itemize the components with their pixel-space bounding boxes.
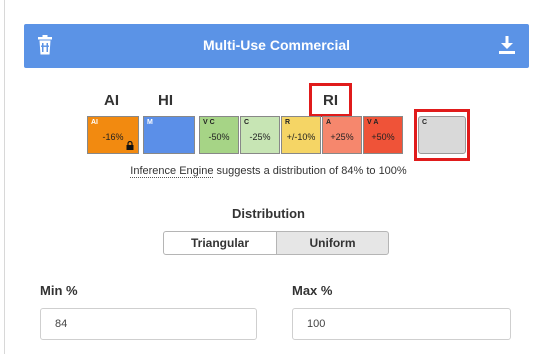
cell-abbreviation: A [326, 119, 332, 126]
scale-cell[interactable]: V C -50% [199, 116, 239, 154]
cell-abbreviation: AI [91, 119, 98, 126]
min-label: Min % [40, 283, 78, 298]
max-input[interactable]: 100 [292, 308, 511, 340]
cell-value: +50% [371, 132, 395, 142]
cell-abbreviation: V C [203, 119, 215, 126]
header-title: Multi-Use Commercial [202, 37, 351, 53]
lock-icon [126, 141, 134, 150]
cell-abbreviation: V A [367, 119, 379, 126]
scale-cell[interactable]: A +25% [322, 116, 362, 154]
scale-cell[interactable]: C -25% [240, 116, 280, 154]
triangular-toggle[interactable]: Triangular [163, 231, 277, 255]
max-label: Max % [292, 283, 333, 298]
header-bar: Multi-Use Commercial [24, 24, 529, 68]
inference-engine-link[interactable]: Inference Engine [130, 165, 214, 178]
scale-cell[interactable]: R +/-10% [281, 116, 321, 154]
hint-text: suggests a distribution of 84% to 100% [213, 165, 407, 177]
scale-cell[interactable]: V A +50% [363, 116, 403, 154]
ri-highlight-box [309, 83, 352, 117]
group-label-hi: HI [158, 92, 173, 109]
min-input[interactable]: 84 [40, 308, 257, 340]
uniform-toggle[interactable]: Uniform [276, 231, 389, 255]
scale-cell[interactable]: AI -16% [87, 116, 139, 154]
cell-value: +/-10% [286, 132, 316, 142]
cell-abbreviation: R [285, 119, 291, 126]
group-label-ai: AI [104, 92, 119, 109]
cell-value: -25% [249, 132, 271, 142]
cell-abbreviation: M [147, 119, 153, 126]
cell-value: +25% [330, 132, 354, 142]
inference-hint: Inference Engine suggests a distribution… [0, 165, 537, 178]
selected-cell-highlight [414, 109, 470, 161]
cell-value: -50% [208, 132, 230, 142]
cell-abbreviation: C [244, 119, 250, 126]
download-icon[interactable] [499, 36, 515, 54]
distribution-label: Distribution [232, 206, 305, 221]
scale-cell[interactable]: M [143, 116, 195, 154]
